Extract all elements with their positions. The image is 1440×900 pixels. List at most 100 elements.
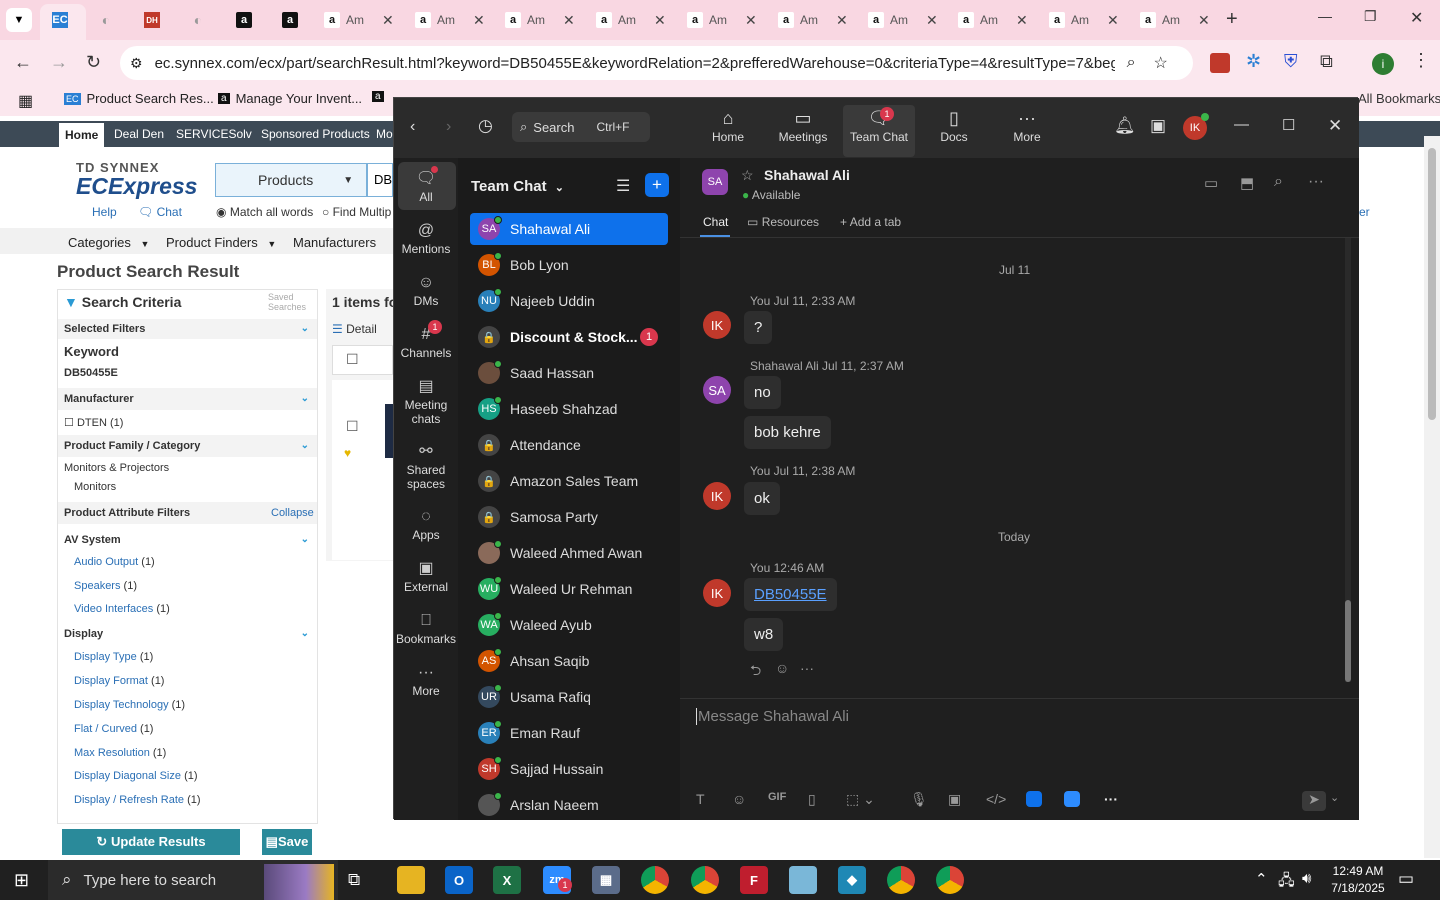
contact-row[interactable]: UR Usama Rafiq [470, 681, 668, 713]
top-docs[interactable]: ▯ Docs [919, 106, 989, 144]
contact-row[interactable]: ER Eman Rauf [470, 717, 668, 749]
close-icon[interactable]: ✕ [1198, 12, 1210, 29]
minimize-icon[interactable]: — [1234, 116, 1249, 133]
message-scrollbar[interactable] [1345, 238, 1351, 682]
notifications-icon[interactable]: ▭ [1398, 869, 1414, 889]
forward-icon[interactable]: › [446, 118, 451, 136]
clock[interactable]: 12:49 AM 7/18/2025 [1328, 863, 1388, 897]
volume-icon[interactable]: 🔊︎ [1302, 870, 1311, 887]
family-header[interactable]: Product Family / Category ⌄ [58, 435, 317, 457]
tab-amazon-9[interactable]: a Am ✕ [1049, 6, 1119, 34]
file-icon[interactable]: ▯ [808, 791, 816, 808]
bookmark-star-icon[interactable]: ☆ [1154, 53, 1168, 73]
top-meetings[interactable]: ▭ Meetings [768, 106, 838, 144]
message-bubble[interactable]: ? [744, 311, 773, 344]
maximize-icon[interactable]: ☐ [1282, 116, 1295, 134]
menu-categories[interactable]: Categories ▼ [68, 235, 149, 250]
tray-chevron-icon[interactable]: ⌃ [1255, 870, 1268, 888]
contact-row[interactable]: NU Najeeb Uddin [470, 285, 668, 317]
extension-shield-icon[interactable]: ⛨ [1284, 51, 1298, 72]
tab-blank-2[interactable]: ◐ [190, 6, 206, 34]
page-scrollbar[interactable] [1424, 136, 1440, 858]
chat-more-icon[interactable]: ··· [1308, 173, 1324, 191]
nav-home[interactable]: Home [59, 123, 105, 147]
rail-mentions[interactable]: @ Mentions [396, 220, 456, 256]
close-icon[interactable]: ✕ [473, 12, 485, 29]
result-checkbox[interactable]: ☐ [346, 418, 359, 435]
update-results-button[interactable]: ↻ Update Results [62, 829, 240, 855]
video-call-icon[interactable]: ▭ [1204, 174, 1218, 192]
chrome-icon[interactable] [936, 866, 964, 894]
chrome-icon[interactable] [887, 866, 915, 894]
message-bubble[interactable]: bob kehre [744, 416, 831, 449]
send-options-icon[interactable]: ⌄ [1330, 791, 1339, 804]
close-icon[interactable]: ✕ [1107, 12, 1119, 29]
emoji-icon[interactable]: ☺ [775, 660, 789, 676]
display-technology[interactable]: Display Technology (1) [74, 699, 185, 711]
tab-amazon-3[interactable]: a Am ✕ [505, 6, 575, 34]
favorite-star-icon[interactable]: ☆ [741, 167, 754, 184]
top-more[interactable]: ··· More [992, 106, 1062, 144]
contact-row[interactable]: AS Ahsan Saqib [470, 645, 668, 677]
site-right-link[interactable]: er [1359, 205, 1370, 219]
logo[interactable]: TD SYNNEX ECExpress [76, 160, 201, 200]
extensions-icon[interactable]: ⧉ [1320, 51, 1333, 72]
site-info-icon[interactable]: ⚙ [130, 55, 143, 72]
find-multiple-radio[interactable]: ○ Find Multip [322, 205, 391, 219]
tab-amazon-black-2[interactable]: a [282, 6, 298, 34]
code-icon[interactable]: </> [986, 791, 1006, 807]
close-icon[interactable]: ✕ [563, 12, 575, 29]
rail-external[interactable]: ▣ External [396, 558, 456, 594]
contact-row[interactable]: SH Sajjad Hussain [470, 753, 668, 785]
calendar-icon[interactable]: ▣ [1150, 116, 1166, 136]
message-more-icon[interactable]: ··· [800, 660, 814, 676]
network-icon[interactable]: 🖧︎ [1278, 870, 1295, 895]
tab-amazon-4[interactable]: a Am ✕ [596, 6, 666, 34]
back-icon[interactable]: ← [14, 52, 32, 73]
menu-icon[interactable]: ⋮ [1412, 50, 1430, 71]
message-bubble[interactable]: ok [744, 482, 780, 515]
contact-row[interactable]: Waleed Ahmed Awan [470, 537, 668, 569]
tab-resources[interactable]: ▭ Resources [747, 215, 819, 229]
manufacturer-checkbox[interactable]: ☐ DTEN (1) [64, 416, 123, 429]
chrome-icon[interactable] [641, 866, 669, 894]
nav-servicesolv[interactable]: SERVICESolv [170, 121, 258, 147]
extension-pdf-icon[interactable] [1210, 53, 1230, 73]
tab-amazon-6[interactable]: a Am ✕ [778, 6, 848, 34]
av-system-header[interactable]: AV System ⌄ [64, 534, 311, 546]
display-diagonal-size[interactable]: Display Diagonal Size (1) [74, 770, 198, 782]
tab-blank-1[interactable]: ◐ [98, 6, 114, 34]
reply-icon[interactable]: ⮌ [750, 660, 761, 684]
products-select[interactable]: Products ▼ [215, 163, 367, 197]
scroll-thumb[interactable] [1428, 148, 1436, 420]
chat-search-icon[interactable]: ⌕ [1274, 173, 1283, 191]
display-refresh-rate[interactable]: Display / Refresh Rate (1) [74, 794, 201, 806]
tab-amazon-8[interactable]: a Am ✕ [958, 6, 1028, 34]
bookmark-product-search[interactable]: EC Product Search Res... [64, 91, 214, 106]
top-home[interactable]: ⌂ Home [693, 106, 763, 144]
tab-amazon-5[interactable]: a Am ✕ [687, 6, 757, 34]
help-link[interactable]: Help [92, 205, 117, 219]
bookmark-manage-inventory[interactable]: a Manage Your Invent... [218, 91, 362, 106]
contact-row[interactable]: 🔒 Amazon Sales Team [470, 465, 668, 497]
tab-chat[interactable]: Chat [703, 215, 728, 229]
top-team-chat[interactable]: 🗨 Team Chat [844, 106, 914, 144]
chat-title[interactable]: Shahawal Ali [764, 167, 850, 183]
collapse-link[interactable]: Collapse [271, 507, 314, 519]
detail-view-toggle[interactable]: ☰ Detail [332, 322, 377, 336]
contact-row[interactable]: 🔒 Attendance [470, 429, 668, 461]
rail-more[interactable]: ··· More [396, 662, 456, 698]
rail-shared-spaces[interactable]: ⚯ Shared spaces [396, 441, 456, 491]
selected-filters-header[interactable]: Selected Filters ⌄ [58, 319, 317, 339]
contact-row[interactable]: Saad Hassan [470, 357, 668, 389]
chat-link[interactable]: 🗨 Chat [138, 205, 182, 219]
save-button[interactable]: ▤Save [262, 829, 312, 855]
calculator-icon[interactable]: ▦ [592, 866, 620, 894]
close-icon[interactable]: ✕ [654, 12, 666, 29]
nav-deal-den[interactable]: Deal Den [108, 121, 170, 147]
more-icon[interactable]: ··· [1104, 791, 1118, 807]
rail-all[interactable]: 🗨 All [396, 168, 456, 204]
close-icon[interactable]: ✕ [382, 12, 394, 29]
rail-meeting-chats[interactable]: ▤ Meeting chats [396, 376, 456, 426]
display-format[interactable]: Display Format (1) [74, 675, 164, 687]
